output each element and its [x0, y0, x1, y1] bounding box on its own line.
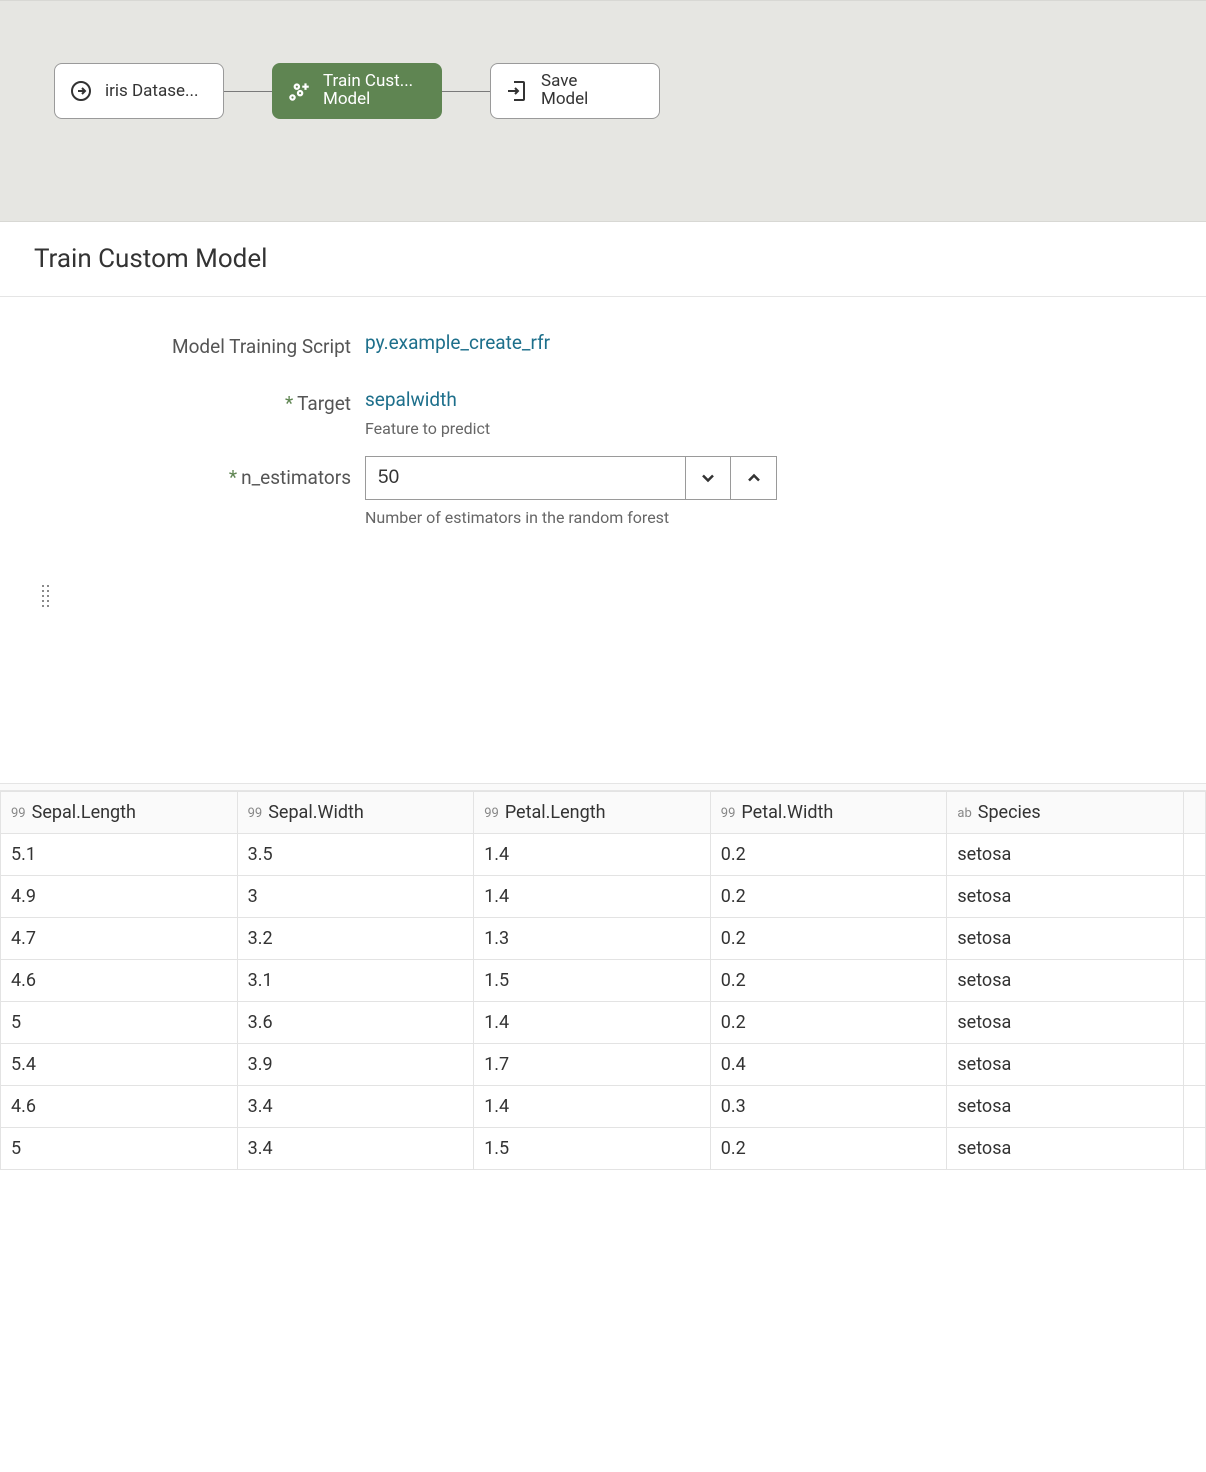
table-header-row: 99Sepal.Length 99Sepal.Width 99Petal.Len… — [1, 792, 1206, 834]
table-cell[interactable]: setosa — [947, 834, 1184, 876]
pipeline-node-save-model[interactable]: Save Model — [490, 63, 660, 119]
label-model-training-script: Model Training Script — [40, 331, 365, 358]
data-table: 99Sepal.Length 99Sepal.Width 99Petal.Len… — [0, 791, 1206, 1170]
properties-form: Model Training Script py.example_create_… — [0, 297, 1206, 545]
table-cell[interactable]: 1.5 — [474, 1128, 711, 1170]
column-header[interactable]: abSpecies — [947, 792, 1184, 834]
table-cell-extra — [1184, 1002, 1206, 1044]
table-cell-extra — [1184, 1128, 1206, 1170]
table-cell[interactable]: 5 — [1, 1002, 238, 1044]
pipeline-connector — [224, 91, 272, 92]
table-row[interactable]: 4.73.21.30.2setosa — [1, 918, 1206, 960]
table-row[interactable]: 5.43.91.70.4setosa — [1, 1044, 1206, 1086]
column-header[interactable]: 99Sepal.Length — [1, 792, 238, 834]
table-cell[interactable]: 0.2 — [710, 876, 947, 918]
table-cell[interactable]: 1.4 — [474, 1086, 711, 1128]
arrow-in-circle-icon — [67, 77, 95, 105]
table-cell[interactable]: 4.6 — [1, 960, 238, 1002]
table-cell-extra — [1184, 918, 1206, 960]
table-cell[interactable]: 0.4 — [710, 1044, 947, 1086]
table-cell[interactable]: setosa — [947, 1128, 1184, 1170]
pipeline-node-dataset[interactable]: iris Datase... — [54, 63, 224, 119]
helper-target: Feature to predict — [365, 419, 1166, 438]
pipeline-node-label: iris Datase... — [105, 81, 198, 101]
table-cell[interactable]: 3 — [237, 876, 474, 918]
table-cell[interactable]: setosa — [947, 918, 1184, 960]
table-cell[interactable]: 1.7 — [474, 1044, 711, 1086]
table-cell-extra — [1184, 960, 1206, 1002]
table-row[interactable]: 4.63.11.50.2setosa — [1, 960, 1206, 1002]
table-row[interactable]: 53.61.40.2setosa — [1, 1002, 1206, 1044]
link-target[interactable]: sepalwidth — [365, 388, 457, 411]
table-cell[interactable]: 1.3 — [474, 918, 711, 960]
table-cell[interactable]: 3.6 — [237, 1002, 474, 1044]
table-cell[interactable]: 1.5 — [474, 960, 711, 1002]
table-cell[interactable]: 1.4 — [474, 1002, 711, 1044]
pipeline-canvas[interactable]: iris Datase... Train Cust... Model — [0, 0, 1206, 222]
table-cell[interactable]: setosa — [947, 1086, 1184, 1128]
table-cell[interactable]: 4.7 — [1, 918, 238, 960]
pipeline-connector — [442, 91, 490, 92]
table-cell[interactable]: setosa — [947, 1044, 1184, 1086]
column-header-extra — [1184, 792, 1206, 834]
table-cell-extra — [1184, 876, 1206, 918]
table-cell[interactable]: setosa — [947, 960, 1184, 1002]
table-cell[interactable]: 0.2 — [710, 834, 947, 876]
table-cell[interactable]: 0.2 — [710, 918, 947, 960]
label-target: *Target — [40, 388, 365, 415]
table-cell[interactable]: 5 — [1, 1128, 238, 1170]
table-cell[interactable]: 0.3 — [710, 1086, 947, 1128]
table-cell[interactable]: 0.2 — [710, 960, 947, 1002]
table-cell[interactable]: 4.9 — [1, 876, 238, 918]
table-cell[interactable]: 5.1 — [1, 834, 238, 876]
table-cell[interactable]: 3.1 — [237, 960, 474, 1002]
link-training-script[interactable]: py.example_create_rfr — [365, 331, 550, 354]
table-cell-extra — [1184, 1086, 1206, 1128]
table-row[interactable]: 4.931.40.2setosa — [1, 876, 1206, 918]
n-estimators-input[interactable] — [365, 456, 685, 500]
panel-title: Train Custom Model — [34, 244, 267, 274]
table-cell[interactable]: 3.5 — [237, 834, 474, 876]
panel-splitter[interactable] — [0, 783, 1206, 791]
table-cell[interactable]: 0.2 — [710, 1002, 947, 1044]
table-cell[interactable]: 1.4 — [474, 876, 711, 918]
table-row[interactable]: 5.13.51.40.2setosa — [1, 834, 1206, 876]
pipeline-node-train-model[interactable]: Train Cust... Model — [272, 63, 442, 119]
table-cell-extra — [1184, 1044, 1206, 1086]
table-cell[interactable]: setosa — [947, 1002, 1184, 1044]
column-header[interactable]: 99Petal.Length — [474, 792, 711, 834]
scatter-plus-icon — [285, 77, 313, 105]
table-cell[interactable]: 3.4 — [237, 1086, 474, 1128]
column-header[interactable]: 99Sepal.Width — [237, 792, 474, 834]
label-n-estimators: *n_estimators — [40, 456, 365, 489]
table-row[interactable]: 53.41.50.2setosa — [1, 1128, 1206, 1170]
panel-header: Train Custom Model — [0, 222, 1206, 297]
table-cell[interactable]: setosa — [947, 876, 1184, 918]
table-cell[interactable]: 0.2 — [710, 1128, 947, 1170]
pipeline-node-label-line2: Model — [323, 91, 413, 109]
drag-handle-icon[interactable] — [42, 585, 49, 607]
table-row[interactable]: 4.63.41.40.3setosa — [1, 1086, 1206, 1128]
table-cell-extra — [1184, 834, 1206, 876]
table-cell[interactable]: 3.9 — [237, 1044, 474, 1086]
table-cell[interactable]: 5.4 — [1, 1044, 238, 1086]
column-header[interactable]: 99Petal.Width — [710, 792, 947, 834]
spinner-down-button[interactable] — [685, 456, 731, 500]
table-cell[interactable]: 3.2 — [237, 918, 474, 960]
table-cell[interactable]: 4.6 — [1, 1086, 238, 1128]
pipeline-node-label-line2: Model — [541, 91, 588, 109]
table-cell[interactable]: 3.4 — [237, 1128, 474, 1170]
helper-n-estimators: Number of estimators in the random fores… — [365, 508, 1166, 527]
import-box-icon — [503, 77, 531, 105]
table-cell[interactable]: 1.4 — [474, 834, 711, 876]
spinner-up-button[interactable] — [731, 456, 777, 500]
